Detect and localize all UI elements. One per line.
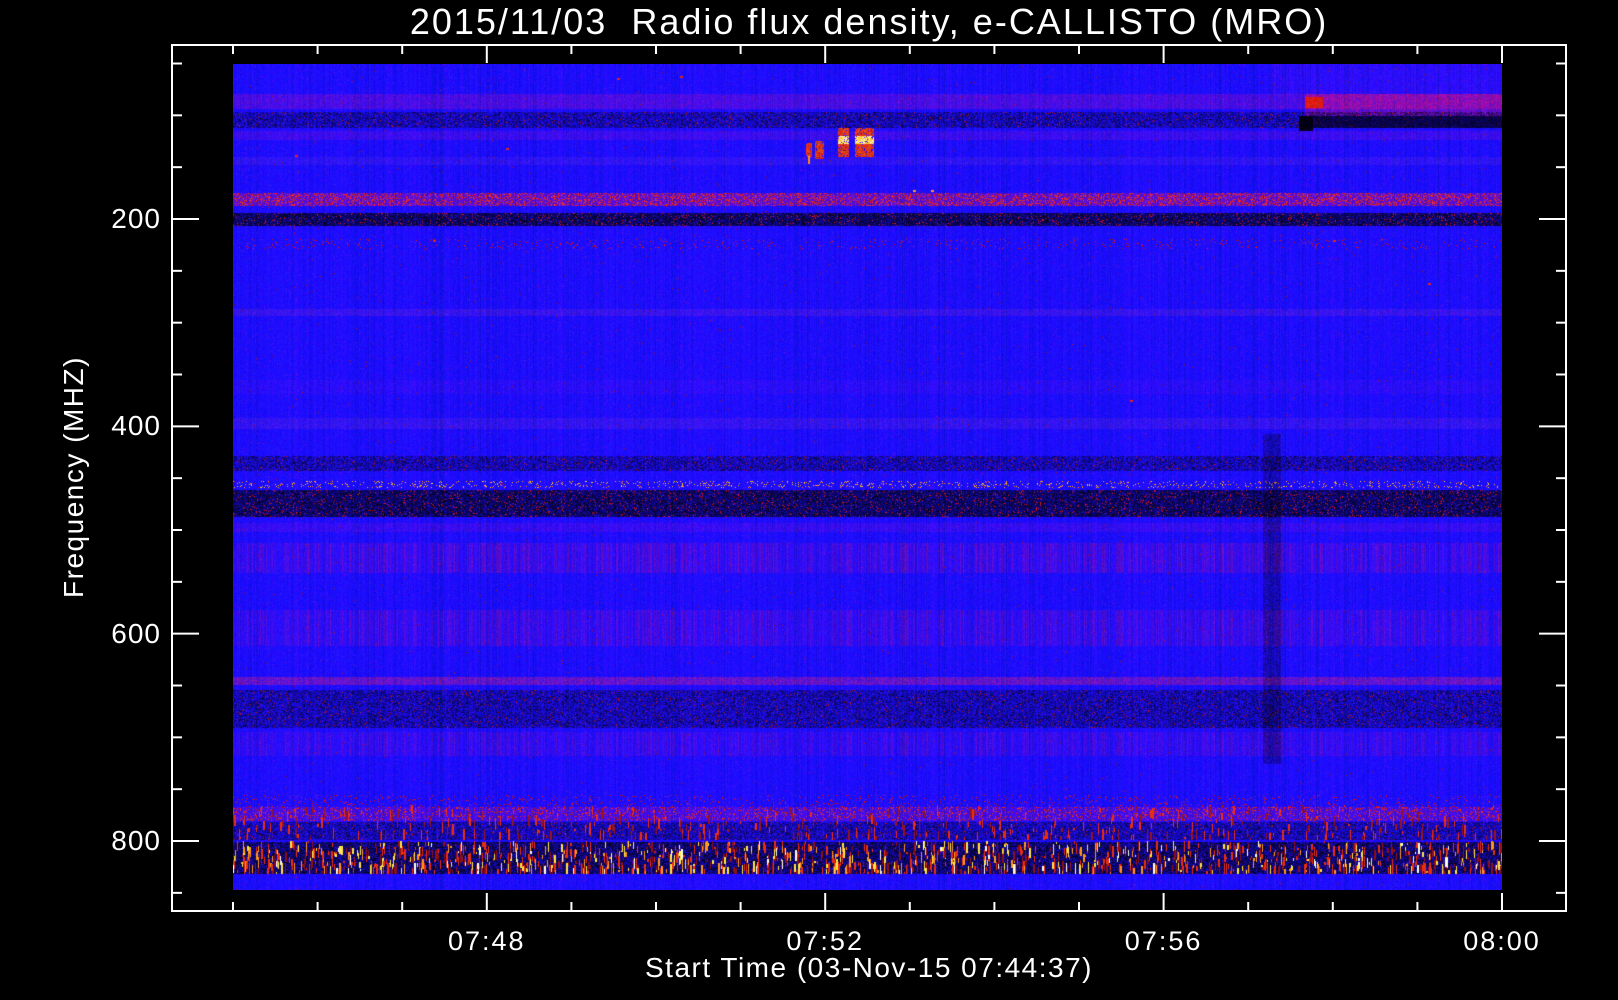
plot-axes [171,44,1567,912]
plot-frame [171,44,1567,912]
y-axis-title: Frequency (MHZ) [58,356,89,598]
x-axis-title: Start Time (03-Nov-15 07:44:37) [644,952,1093,983]
y-tick-label: 600 [111,617,161,649]
y-tick-label: 200 [111,203,161,234]
y-tick-label: 400 [111,410,161,442]
y-tick-label: 800 [111,825,161,857]
